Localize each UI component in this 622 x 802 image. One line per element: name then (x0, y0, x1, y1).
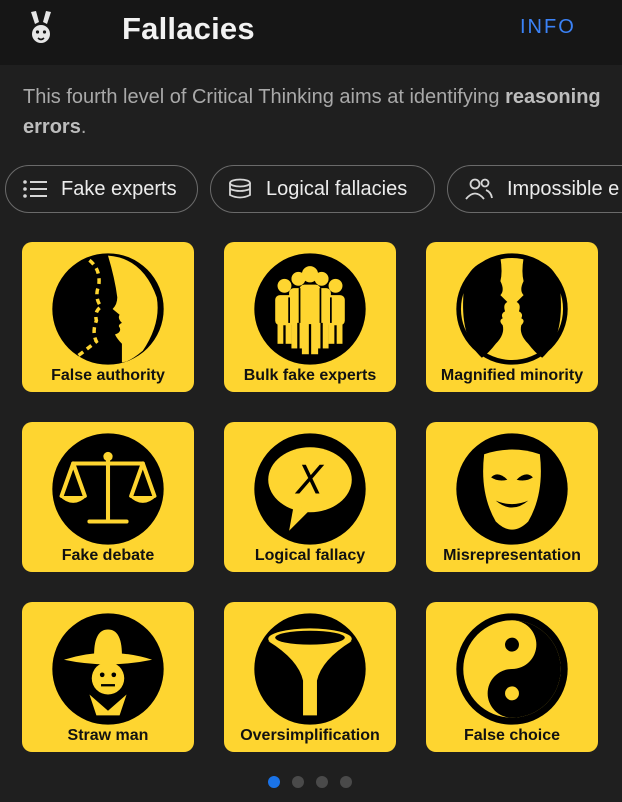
chip-fake-experts[interactable]: Fake experts (5, 165, 198, 213)
face-profile-icon (52, 253, 164, 365)
speech-bubble-x-icon: X (254, 433, 366, 545)
page-dot-1[interactable] (268, 776, 280, 788)
funnel-icon (254, 613, 366, 725)
crowd-icon (254, 253, 366, 365)
card-label: Bulk fake experts (243, 367, 377, 384)
card-false-authority[interactable]: False authority (22, 242, 194, 392)
info-button[interactable]: INFO (520, 16, 576, 39)
chip-impossible-expectations[interactable]: Impossible e (447, 165, 622, 213)
mask-icon (456, 433, 568, 545)
card-false-choice[interactable]: False choice (426, 602, 598, 752)
card-label: Magnified minority (440, 367, 584, 384)
svg-text:X: X (294, 458, 324, 504)
stack-icon (229, 178, 251, 199)
scales-icon (52, 433, 164, 545)
chip-label: Logical fallacies (266, 177, 408, 200)
chip-logical-fallacies[interactable]: Logical fallacies (210, 165, 435, 213)
card-logical-fallacy[interactable]: X Logical fallacy (224, 422, 396, 572)
pagination-dots (268, 776, 352, 788)
card-bulk-fake-experts[interactable]: Bulk fake experts (224, 242, 396, 392)
card-label: Straw man (67, 727, 149, 744)
app-header: Fallacies INFO (0, 0, 622, 65)
card-label: Misrepresentation (443, 547, 581, 564)
rabbit-icon[interactable] (26, 10, 56, 46)
card-label: False choice (463, 727, 561, 744)
card-fake-debate[interactable]: Fake debate (22, 422, 194, 572)
card-straw-man[interactable]: Straw man (22, 602, 194, 752)
card-label: Oversimplification (240, 727, 380, 744)
chip-label: Fake experts (61, 177, 177, 200)
category-chips: Fake experts Logical fallacies Impossibl… (0, 165, 622, 215)
card-label: Fake debate (61, 547, 155, 564)
card-label: Logical fallacy (254, 547, 366, 564)
page-title: Fallacies (122, 11, 255, 46)
card-label: False authority (51, 367, 165, 384)
card-magnified-minority[interactable]: Magnified minority (426, 242, 598, 392)
yin-yang-icon (456, 613, 568, 725)
page-dot-3[interactable] (316, 776, 328, 788)
scarecrow-icon (52, 613, 164, 725)
list-icon (23, 180, 47, 198)
intro-text: This fourth level of Critical Thinking a… (23, 86, 601, 138)
people-icon (465, 178, 493, 200)
page-dot-4[interactable] (340, 776, 352, 788)
chip-label: Impossible e (507, 177, 620, 200)
faces-vase-icon (456, 253, 568, 365)
page-dot-2[interactable] (292, 776, 304, 788)
card-oversimplification[interactable]: Oversimplification (224, 602, 396, 752)
card-misrepresentation[interactable]: Misrepresentation (426, 422, 598, 572)
